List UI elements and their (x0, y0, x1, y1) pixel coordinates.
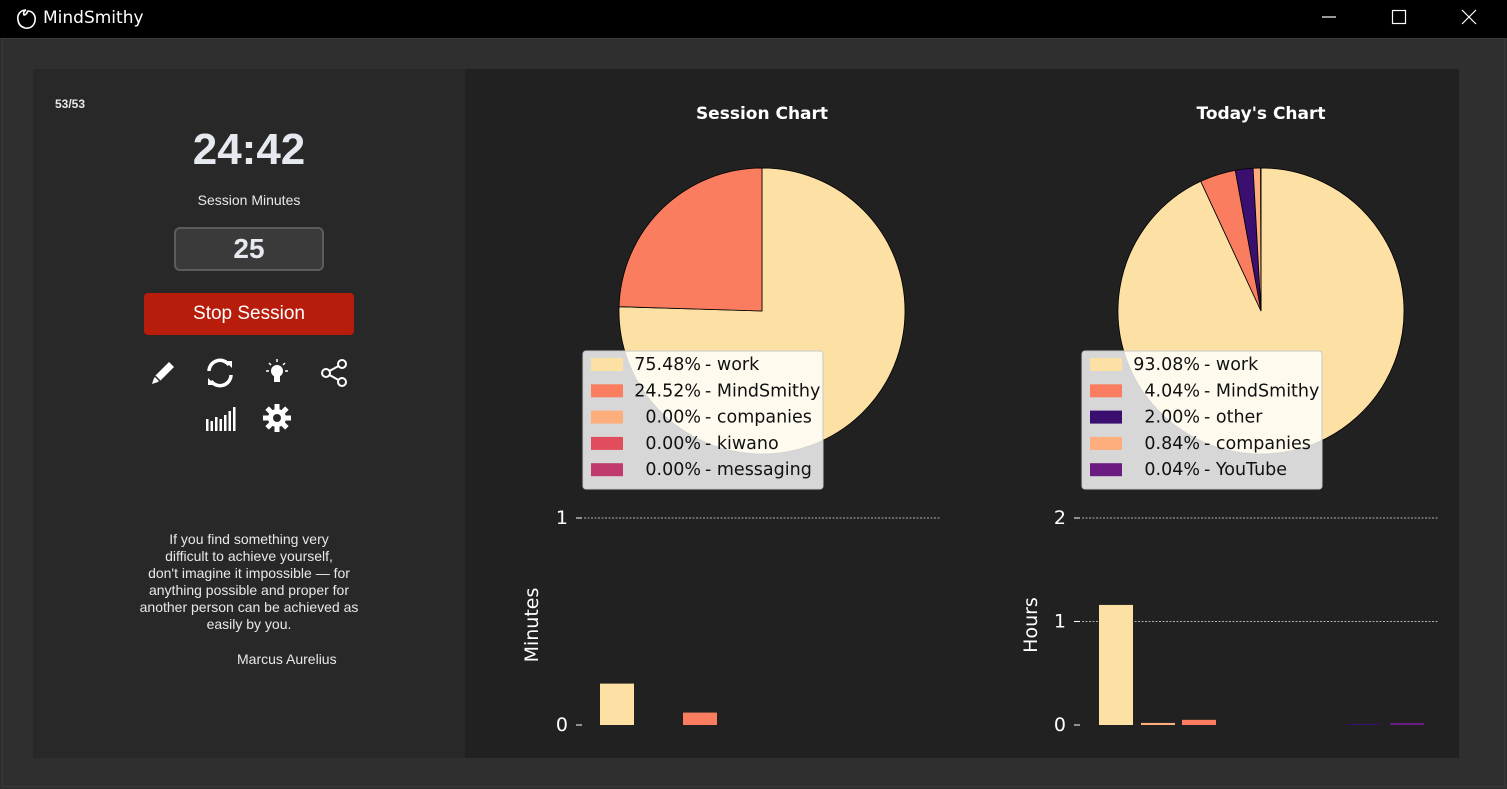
quote-line: anything possible and proper for (148, 582, 350, 598)
session-legend-swatch (591, 436, 623, 450)
session-legend-label: - companies (705, 408, 812, 428)
today-legend-label: 4.04% (1144, 381, 1200, 401)
today-bar (1141, 722, 1175, 725)
refresh-icon[interactable] (202, 355, 238, 391)
session-ytick-label: 0 (556, 714, 568, 736)
session-legend-label: 0.00% (645, 460, 701, 480)
minimize-icon (1322, 16, 1336, 18)
session-minutes-input[interactable]: 25 (174, 227, 324, 271)
today-bar (1099, 604, 1133, 725)
today-chart-title: Today's Chart (1196, 104, 1325, 124)
session-bar (683, 712, 717, 725)
today-legend-swatch (1090, 410, 1122, 424)
stop-session-button[interactable]: Stop Session (144, 293, 354, 335)
app-logo-icon (17, 9, 36, 29)
today-legend-label: 0.04% (1144, 460, 1200, 480)
stats-icon[interactable] (202, 400, 238, 436)
pencil-icon[interactable] (145, 355, 181, 391)
quote-line: If you find something very (169, 531, 329, 547)
today-legend-label: 2.00% (1144, 408, 1200, 428)
today-y-axis-label: Hours (1020, 597, 1042, 653)
quote-line: easily by you. (206, 616, 292, 632)
session-panel: 53/53 24:42 Session Minutes 25 Stop Sess… (33, 69, 465, 758)
title-bar: MindSmithy (0, 0, 1507, 38)
quote-line: difficult to achieve yourself, (165, 548, 333, 564)
session-chart-title: Session Chart (696, 104, 828, 124)
window-title: MindSmithy (43, 8, 144, 28)
today-legend-label: - other (1204, 408, 1263, 428)
share-icon[interactable] (316, 355, 352, 391)
today-legend-label: - YouTube (1204, 460, 1287, 480)
close-button[interactable] (1434, 0, 1504, 34)
today-bar (1348, 723, 1382, 725)
charts-canvas: Session Chart75.48% - work24.52% - MindS… (521, 104, 1438, 736)
today-ytick-label: 0 (1054, 714, 1066, 736)
session-legend-swatch (591, 463, 623, 477)
gear-icon[interactable] (259, 400, 295, 436)
session-legend-swatch (591, 410, 623, 424)
lightbulb-icon[interactable] (259, 355, 295, 391)
today-legend-label: - companies (1204, 434, 1311, 454)
close-icon (1461, 9, 1477, 25)
session-y-axis-label: Minutes (521, 588, 543, 663)
session-legend-swatch (591, 384, 623, 398)
session-legend-label: - MindSmithy (705, 381, 820, 401)
today-ytick-label: 2 (1054, 507, 1066, 529)
quote-line: don't imagine it impossible — for (148, 565, 350, 581)
session-bar (600, 683, 634, 725)
maximize-button[interactable] (1364, 0, 1434, 34)
session-legend-label: 0.00% (645, 408, 701, 428)
today-legend-label: 0.84% (1144, 434, 1200, 454)
session-legend-label: - messaging (705, 460, 812, 480)
today-bar (1390, 722, 1424, 725)
today-ytick-label: 1 (1054, 611, 1066, 633)
today-legend-label: - work (1204, 355, 1259, 375)
today-legend-label: 93.08% (1133, 355, 1200, 375)
session-legend-swatch (591, 358, 623, 371)
minimize-button[interactable] (1294, 0, 1364, 34)
today-legend-swatch (1090, 463, 1122, 477)
quote-line: another person can be achieved as (139, 599, 359, 615)
today-legend-label: - MindSmithy (1204, 381, 1319, 401)
today-legend-swatch (1090, 436, 1122, 450)
motivational-quote: If you find something very difficult to … (128, 531, 370, 633)
session-counter: 53/53 (55, 97, 86, 111)
countdown-timer: 24:42 (192, 125, 306, 174)
session-legend-label: 0.00% (645, 434, 701, 454)
today-legend-swatch (1090, 358, 1122, 371)
charts-panel: Session Chart 75.48% - work 24.52% - MindS… (465, 69, 1459, 758)
quote-author: Marcus Aurelius (237, 651, 337, 667)
session-legend-label: 24.52% (634, 381, 701, 401)
session-legend-label: - kiwano (705, 434, 779, 454)
session-minutes-label: Session Minutes (197, 192, 301, 208)
session-pie-slice (618, 167, 763, 312)
today-bar (1182, 719, 1216, 725)
session-legend-label: - work (705, 355, 760, 375)
maximize-icon (1391, 9, 1407, 25)
today-legend-swatch (1090, 384, 1122, 398)
session-legend-label: 75.48% (634, 355, 701, 375)
session-ytick-label: 1 (556, 507, 568, 529)
